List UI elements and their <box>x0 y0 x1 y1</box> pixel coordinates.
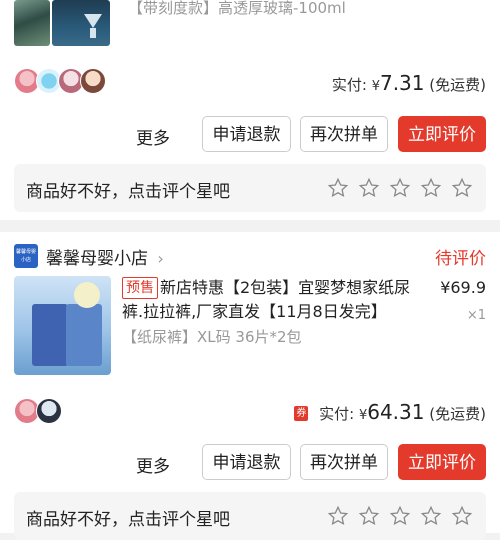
funnel-tube-graphic <box>90 28 96 38</box>
moon-graphic <box>74 282 100 308</box>
star-icon[interactable] <box>358 505 380 527</box>
shipping-note: (免运费) <box>429 76 486 94</box>
star-icon[interactable] <box>420 177 442 199</box>
star-icon[interactable] <box>451 177 473 199</box>
refund-button[interactable]: 申请退款 <box>202 444 291 480</box>
paid-label: 实付: <box>331 76 367 94</box>
review-button[interactable]: 立即评价 <box>398 116 486 152</box>
avatar[interactable] <box>80 68 106 94</box>
coupon-badge: 券 <box>294 406 309 421</box>
product-thumbnail-2[interactable] <box>14 276 111 375</box>
product-thumbnail-1[interactable] <box>14 0 50 46</box>
star-icon[interactable] <box>389 505 411 527</box>
rebuy-button[interactable]: 再次拼单 <box>300 444 388 480</box>
payment-summary: 券 实付: ¥64.31 (免运费) <box>294 400 486 424</box>
rating-prompt: 商品好不好，点击评个星吧 <box>26 182 230 202</box>
avatar[interactable] <box>36 398 62 424</box>
more-button[interactable]: 更多 <box>136 124 170 149</box>
paid-amount: 64.31 <box>367 400 425 424</box>
star-icon[interactable] <box>389 177 411 199</box>
star-icon[interactable] <box>327 177 349 199</box>
paid-amount: 7.31 <box>379 71 425 95</box>
refund-button[interactable]: 申请退款 <box>202 116 291 152</box>
rebuy-button[interactable]: 再次拼单 <box>300 116 388 152</box>
shop-name-link[interactable]: 馨馨母婴小店 › <box>46 244 164 269</box>
review-button[interactable]: 立即评价 <box>398 444 486 480</box>
rating-box[interactable]: 商品好不好，点击评个星吧 <box>14 164 486 212</box>
package-graphic <box>32 304 68 366</box>
order-card-2: 馨馨母婴小店 馨馨母婴小店 › 待评价 预售 新店特惠【2包装】宜婴梦想家纸尿裤… <box>0 232 500 540</box>
currency-symbol: ¥ <box>358 408 368 423</box>
star-icon[interactable] <box>327 505 349 527</box>
chevron-right-icon: › <box>157 249 164 268</box>
star-icon[interactable] <box>420 505 442 527</box>
shop-logo-text: 馨馨母婴小店 <box>15 249 36 263</box>
product-title-text: 新店特惠【2包装】宜婴梦想家纸尿裤.拉拉裤,厂家直发【11月8日发完】 <box>122 278 411 321</box>
product-title[interactable]: 新店特惠【2包装】宜婴梦想家纸尿裤.拉拉裤,厂家直发【11月8日发完】 <box>122 276 422 324</box>
product-spec: 【纸尿裤】XL码 36片*2包 <box>122 328 302 346</box>
shop-name: 馨馨母婴小店 <box>46 249 148 269</box>
currency-symbol: ¥ <box>371 79 380 94</box>
order-status: 待评价 <box>435 249 486 269</box>
payment-summary: 实付: ¥7.31 (免运费) <box>332 71 486 95</box>
funnel-graphic <box>84 14 102 28</box>
star-icon[interactable] <box>451 505 473 527</box>
shop-logo[interactable]: 馨馨母婴小店 <box>14 244 38 268</box>
product-quantity: ×1 <box>466 308 486 323</box>
paid-label: 实付: <box>319 405 355 423</box>
order-card-1: 【带刻度款】高透厚玻璃-100ml 实付: ¥7.31 (免运费) 更多 申请退… <box>0 0 500 220</box>
product-price: ¥69.9 <box>440 278 486 297</box>
product-spec: 【带刻度款】高透厚玻璃-100ml <box>128 0 346 17</box>
star-icon[interactable] <box>358 177 380 199</box>
shipping-note: (免运费) <box>429 405 486 423</box>
rating-prompt: 商品好不好，点击评个星吧 <box>26 510 230 530</box>
package-graphic <box>66 304 102 366</box>
more-button[interactable]: 更多 <box>136 452 170 477</box>
